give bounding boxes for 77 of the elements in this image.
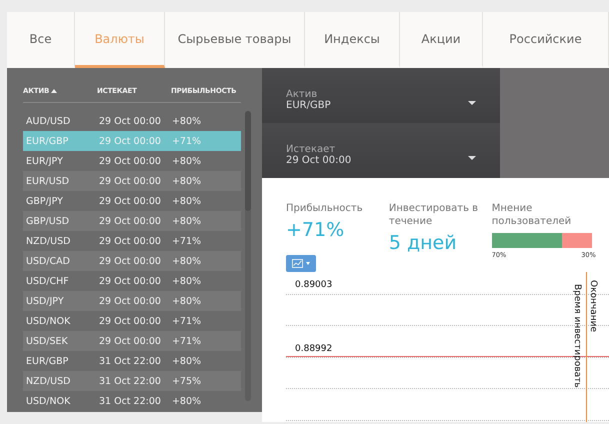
payout-value: +80% bbox=[172, 116, 202, 126]
asset-name: GBP/USD bbox=[26, 216, 70, 226]
asset-name: EUR/JPY bbox=[26, 156, 64, 166]
caret-icon bbox=[306, 262, 310, 265]
asset-row[interactable]: USD/CHF 29 Oct 00:00 +80% bbox=[23, 271, 241, 291]
asset-name: EUR/GBP bbox=[26, 356, 70, 366]
payout-value: +80% bbox=[172, 396, 202, 406]
expiry-time: 29 Oct 00:00 bbox=[98, 236, 162, 246]
payout-value: +71% bbox=[172, 316, 202, 326]
payout-value: +71% bbox=[286, 219, 346, 241]
expiry-time: 31 Oct 22:00 bbox=[98, 396, 162, 406]
asset-row[interactable]: NZD/USD 31 Oct 22:00 +75% bbox=[23, 371, 241, 391]
caret-icon bbox=[468, 156, 476, 160]
expiry-label: Окончание bbox=[588, 280, 598, 332]
expiry-time: 31 Oct 22:00 bbox=[98, 356, 162, 366]
expiry-time: 29 Oct 00:00 bbox=[98, 296, 162, 306]
asset-name: EUR/USD bbox=[26, 176, 70, 186]
scrollbar[interactable] bbox=[245, 111, 251, 401]
asset-row[interactable]: EUR/GBP 31 Oct 22:00 +80% bbox=[23, 351, 241, 371]
payout-value: +71% bbox=[172, 136, 202, 146]
payout-value: +80% bbox=[172, 256, 202, 266]
payout-value: +80% bbox=[172, 176, 202, 186]
asset-name: USD/NOK bbox=[26, 316, 72, 326]
payout-value: +80% bbox=[172, 196, 202, 206]
stat-label: Мнение пользователей bbox=[492, 202, 572, 228]
invest-time-label: Время инвестировать bbox=[572, 284, 582, 388]
expiry-time: 29 Oct 00:00 bbox=[98, 276, 162, 286]
payout-value: +80% bbox=[172, 216, 202, 226]
expiry-time: 29 Oct 00:00 bbox=[98, 256, 162, 266]
asset-row[interactable]: EUR/USD 29 Oct 00:00 +80% bbox=[23, 171, 241, 191]
asset-name: NZD/USD bbox=[26, 236, 72, 246]
asset-name: USD/NOK bbox=[26, 396, 72, 406]
asset-row[interactable]: GBP/JPY 29 Oct 00:00 +80% bbox=[23, 191, 241, 211]
asset-name: USD/CAD bbox=[26, 256, 71, 266]
expiry-time: 29 Oct 00:00 bbox=[98, 176, 162, 186]
expiry-time: 29 Oct 00:00 bbox=[98, 336, 162, 346]
asset-name: GBP/JPY bbox=[26, 196, 64, 206]
asset-name: EUR/GBP bbox=[26, 136, 70, 146]
dropdown[interactable]: Актив EUR/GBP bbox=[262, 68, 500, 123]
sort-icon bbox=[51, 89, 58, 93]
caret-icon bbox=[468, 101, 476, 105]
expiry-time: 29 Oct 00:00 bbox=[98, 196, 162, 206]
dropdown[interactable]: Истекает 29 Oct 00:00 bbox=[262, 123, 500, 178]
asset-row[interactable]: USD/SEK 29 Oct 00:00 +71% bbox=[23, 331, 241, 351]
payout-value: +80% bbox=[172, 276, 202, 286]
asset-name: NZD/USD bbox=[26, 376, 72, 386]
price-label: 0.89003 bbox=[295, 280, 332, 290]
expiry-time: 29 Oct 00:00 bbox=[98, 136, 162, 146]
expiry-time: 29 Oct 00:00 bbox=[98, 316, 162, 326]
asset-name: USD/CHF bbox=[26, 276, 70, 286]
expiry-time: 29 Oct 00:00 bbox=[98, 156, 162, 166]
asset-row[interactable]: USD/NOK 31 Oct 22:00 +80% bbox=[23, 391, 241, 411]
stat-label: Инвестировать в течение bbox=[388, 202, 480, 228]
payout-value: +80% bbox=[172, 356, 202, 366]
asset-name: USD/JPY bbox=[26, 296, 65, 306]
chart-type-button[interactable] bbox=[286, 255, 316, 272]
asset-row[interactable]: USD/CAD 29 Oct 00:00 +80% bbox=[23, 251, 241, 271]
payout-value: +80% bbox=[172, 296, 202, 306]
line-chart-icon bbox=[292, 258, 303, 269]
payout-value: +80% bbox=[172, 156, 202, 166]
expiry-time: 31 Oct 22:00 bbox=[98, 376, 162, 386]
asset-row[interactable]: NZD/USD 29 Oct 00:00 +71% bbox=[23, 231, 241, 251]
duration-value: 5 дней bbox=[388, 232, 458, 254]
stat-label: Прибыльность bbox=[286, 202, 364, 215]
payout-value: +75% bbox=[172, 376, 202, 386]
asset-row[interactable]: USD/JPY 29 Oct 00:00 +80% bbox=[23, 291, 241, 311]
price-label: 0.88992 bbox=[295, 344, 332, 354]
asset-row[interactable]: GBP/USD 29 Oct 00:00 +80% bbox=[23, 211, 241, 231]
asset-row[interactable]: AUD/USD 29 Oct 00:00 +80% bbox=[23, 111, 241, 131]
expiry-time: 29 Oct 00:00 bbox=[98, 216, 162, 226]
asset-name: USD/SEK bbox=[26, 336, 69, 346]
asset-row[interactable]: EUR/JPY 29 Oct 00:00 +80% bbox=[23, 151, 241, 171]
asset-row[interactable]: USD/NOK 29 Oct 00:00 +71% bbox=[23, 311, 241, 331]
expiry-time: 29 Oct 00:00 bbox=[98, 116, 162, 126]
payout-value: +71% bbox=[172, 236, 202, 246]
payout-value: +71% bbox=[172, 336, 202, 346]
asset-name: AUD/USD bbox=[26, 116, 72, 126]
